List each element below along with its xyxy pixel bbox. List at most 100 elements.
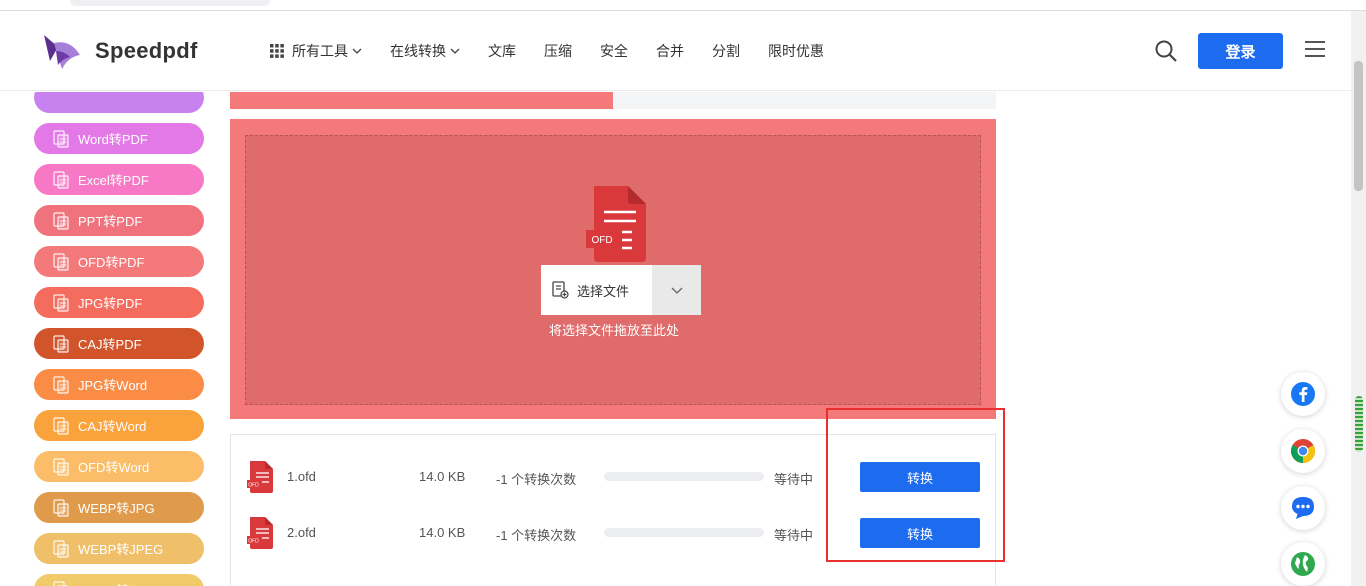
- sidebar-item[interactable]: WEBP转JPG: [34, 492, 204, 523]
- convert-icon: [53, 170, 69, 189]
- sidebar-item[interactable]: Excel转PDF: [34, 164, 204, 195]
- sidebar-item[interactable]: PPT转PDF: [34, 205, 204, 236]
- chrome-icon: [1290, 439, 1316, 463]
- convert-icon: [53, 457, 69, 476]
- sidebar-item-label: PPT转PDF: [78, 214, 143, 229]
- speedpdf-logo: [44, 35, 80, 69]
- convert-icon: [53, 252, 69, 271]
- sidebar-item-label: JPG转PDF: [78, 296, 143, 311]
- sidebar-item[interactable]: JPG转Word: [34, 369, 204, 400]
- ofd-file-icon: OFD: [586, 186, 646, 262]
- sidebar-item-label: WEBP转PNG: [78, 580, 157, 586]
- chevron-down-icon: [450, 48, 460, 54]
- chat-icon: [1292, 497, 1314, 519]
- select-file-dropdown[interactable]: [652, 265, 701, 315]
- search-icon[interactable]: [1154, 39, 1178, 63]
- nav-label: 文库: [488, 43, 516, 59]
- brand-name[interactable]: Speedpdf: [95, 38, 198, 64]
- hamburger-menu-icon[interactable]: [1305, 41, 1325, 59]
- file-type-label: OFD: [591, 235, 612, 246]
- sidebar-item-label: Word转PDF: [78, 132, 148, 147]
- sidebar-item-label: JPG转Word: [78, 378, 148, 393]
- login-button[interactable]: 登录: [1198, 33, 1283, 69]
- grid-icon: [270, 44, 284, 58]
- file-status: 等待中: [774, 528, 814, 543]
- sidebar-item[interactable]: OFD转Word: [34, 451, 204, 482]
- sidebar-item-label: WEBP转JPG: [78, 501, 155, 516]
- globe-button[interactable]: [1281, 542, 1325, 586]
- file-name: 2.ofd: [287, 525, 316, 540]
- tab-active[interactable]: [230, 92, 613, 109]
- sidebar-item[interactable]: WEBP转JPEG: [34, 533, 204, 564]
- convert-icon: [53, 498, 69, 517]
- drop-zone[interactable]: OFD 选择文件 将选择文件拖放至此处: [245, 135, 981, 405]
- scroll-indicator: [1355, 396, 1363, 452]
- sidebar-item[interactable]: JPG转PDF: [34, 287, 204, 318]
- convert-icon: [53, 211, 69, 230]
- file-name: 1.ofd: [287, 469, 316, 484]
- svg-text:OFD: OFD: [248, 483, 259, 489]
- chat-button[interactable]: [1281, 486, 1325, 530]
- nav-merge[interactable]: 合并: [656, 41, 684, 61]
- nav-library[interactable]: 文库: [488, 41, 516, 61]
- conversion-count: -1 个转换次数: [496, 528, 577, 543]
- nav-label: 所有工具: [292, 43, 348, 59]
- select-file-control: 选择文件: [541, 265, 701, 315]
- convert-icon: [53, 580, 69, 586]
- convert-icon: [53, 334, 69, 353]
- tool-sidebar: Word转PDF Excel转PDF PPT转PDF OFD转PDF JPG转PDF CA…: [0, 92, 230, 586]
- sidebar-item[interactable]: Word转PDF: [34, 123, 204, 154]
- nav-all-tools[interactable]: 所有工具: [270, 41, 362, 61]
- nav-compress[interactable]: 压缩: [544, 41, 572, 61]
- drop-hint: 将选择文件拖放至此处: [548, 323, 679, 338]
- ofd-file-icon: OFD: [247, 461, 273, 493]
- highlight-annotation: [826, 408, 1005, 562]
- progress-bar: [604, 472, 764, 481]
- upload-area: OFD 选择文件 将选择文件拖放至此处: [230, 119, 996, 419]
- select-file-button[interactable]: 选择文件: [541, 265, 652, 315]
- file-status: 等待中: [774, 472, 814, 487]
- ofd-file-icon: OFD: [247, 517, 273, 549]
- facebook-button[interactable]: [1281, 372, 1325, 416]
- progress-bar: [604, 528, 764, 537]
- convert-icon: [53, 129, 69, 148]
- sidebar-item-label: CAJ转PDF: [78, 337, 142, 352]
- scrollbar-thumb[interactable]: [1354, 61, 1363, 191]
- add-file-icon: [552, 281, 569, 299]
- site-header: Speedpdf 所有工具 在线转换 文库 压缩 安全 合并 分割 限时优惠 登…: [0, 11, 1351, 91]
- sidebar-item-label: WEBP转JPEG: [78, 542, 164, 557]
- page-scrollbar[interactable]: [1351, 11, 1366, 586]
- sidebar-item[interactable]: WEBP转PNG: [34, 574, 204, 586]
- convert-icon: [53, 293, 69, 312]
- nav-security[interactable]: 安全: [600, 41, 628, 61]
- file-size: 14.0 KB: [419, 469, 466, 484]
- nav-label: 分割: [712, 43, 740, 59]
- nav-label: 合并: [656, 43, 684, 59]
- chevron-down-icon: [352, 48, 362, 54]
- nav-label: 安全: [600, 43, 628, 59]
- nav-label: 压缩: [544, 43, 572, 59]
- nav-online-convert[interactable]: 在线转换: [390, 41, 460, 61]
- sidebar-item[interactable]: [34, 92, 204, 113]
- tool-tabs: [230, 92, 996, 109]
- facebook-icon: [1291, 382, 1315, 406]
- tab-inactive[interactable]: [613, 92, 996, 109]
- nav-label: 在线转换: [390, 43, 446, 59]
- browser-top-strip: [0, 0, 1366, 11]
- conversion-count: -1 个转换次数: [496, 472, 577, 487]
- chevron-down-icon: [671, 287, 682, 294]
- select-file-label: 选择文件: [577, 283, 630, 299]
- main-nav: 所有工具 在线转换 文库 压缩 安全 合并 分割 限时优惠: [270, 41, 852, 61]
- nav-split[interactable]: 分割: [712, 41, 740, 61]
- sidebar-item[interactable]: OFD转PDF: [34, 246, 204, 277]
- convert-icon: [53, 539, 69, 558]
- svg-text:OFD: OFD: [248, 539, 259, 545]
- nav-limited-offer[interactable]: 限时优惠: [768, 41, 824, 61]
- sidebar-item[interactable]: CAJ转PDF: [34, 328, 204, 359]
- tab-stub: [70, 0, 270, 6]
- convert-icon: [53, 375, 69, 394]
- file-size: 14.0 KB: [419, 525, 466, 540]
- chrome-button[interactable]: [1281, 429, 1325, 473]
- sidebar-item[interactable]: CAJ转Word: [34, 410, 204, 441]
- sidebar-item-label: OFD转PDF: [78, 255, 145, 270]
